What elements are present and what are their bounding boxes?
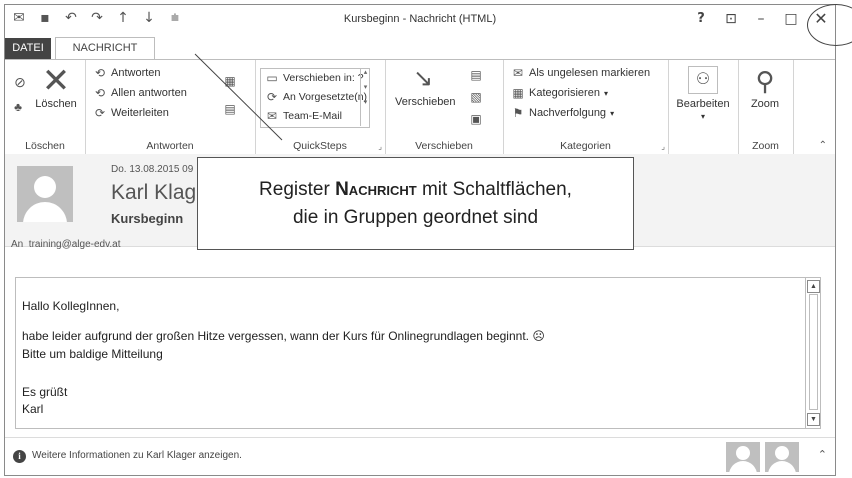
ribbon: ⊘ ♣ ✕ Löschen Löschen ⟲ Antworten ⟲ Allen … (5, 59, 835, 155)
reply-all-button[interactable]: ⟲ Allen antworten (93, 86, 187, 100)
group-quicksteps: ▭ Verschieben in: ? ⟳ An Vorgesetzte(n) ✉ T… (255, 60, 386, 154)
flag-icon: ⚑ (512, 106, 524, 120)
reply-icon: ⟲ (94, 66, 106, 80)
group-label-loeschen: Löschen (25, 140, 65, 152)
minimize-button[interactable]: – (753, 11, 769, 27)
group-verschieben: ↘ Verschieben ▤ ▧ ▣ Verschieben (385, 60, 504, 154)
group-label-verschieben: Verschieben (415, 140, 473, 152)
group-label-zoom: Zoom (752, 140, 779, 152)
chevron-up-icon[interactable]: ⌃ (818, 448, 827, 461)
more-reply-icon[interactable]: ▤ (223, 102, 237, 116)
magnifier-icon: ⚲ (755, 66, 775, 96)
forward-icon: ⟳ (94, 106, 106, 120)
annotation-callout: Register Nachricht mit Schaltflächen, di… (197, 157, 634, 250)
reply-button[interactable]: ⟲ Antworten (93, 66, 161, 80)
quickstep-item[interactable]: ▭ Verschieben in: ? (261, 69, 369, 88)
collapse-ribbon-icon[interactable]: ⌃ (819, 140, 827, 151)
scroll-down-icon[interactable]: ▼ (807, 413, 820, 426)
group-label-antworten: Antworten (146, 140, 194, 152)
meeting-reply-icon[interactable]: ▦ (223, 74, 237, 88)
team-mail-icon: ✉ (266, 109, 278, 123)
vertical-scrollbar[interactable]: ▲ ▼ (805, 278, 820, 428)
body-greeting: Hallo KollegInnen, (22, 299, 120, 313)
info-icon: i (13, 450, 26, 463)
sender-name[interactable]: Karl Klage (111, 181, 208, 205)
title-bar: ✉ ▪ ↶ ↷ ↑ ↓ ⩧ Kursbeginn - Nachricht (HT… (5, 5, 835, 35)
categorize-button[interactable]: ▦ Kategorisieren ▾ (511, 86, 608, 100)
delete-x-icon: ✕ (41, 62, 71, 100)
zoom-button[interactable]: ⚲ Zoom (740, 64, 790, 110)
delete-button[interactable]: ✕ Löschen (33, 64, 79, 110)
recipient-line: An training@alge-edv.at (11, 239, 121, 250)
people-avatar[interactable] (765, 442, 799, 472)
body-line: habe leider aufgrund der großen Hitze ve… (22, 329, 545, 343)
quicksteps-gallery[interactable]: ▭ Verschieben in: ? ⟳ An Vorgesetzte(n) ✉ T… (260, 68, 370, 128)
binoculars-icon: ⚇ (688, 66, 718, 94)
people-pane: i Weitere Informationen zu Karl Klager a… (5, 437, 835, 475)
cleanup-icon[interactable]: ♣ (11, 100, 25, 114)
group-bearbeiten: ⚇ Bearbeiten ▾ (668, 60, 739, 154)
tab-datei[interactable]: DATEI (5, 38, 51, 59)
people-info-link[interactable]: Weitere Informationen zu Karl Klager anz… (32, 450, 242, 461)
group-label-quicksteps: QuickSteps (293, 140, 347, 152)
body-signature: Karl (22, 402, 44, 416)
dialog-launcher-icon[interactable]: ⌟ (378, 142, 382, 151)
unread-icon: ✉ (512, 66, 524, 80)
group-zoom: ⚲ Zoom Zoom (738, 60, 794, 154)
followup-button[interactable]: ⚑ Nachverfolgung ▾ (511, 106, 614, 120)
group-kategorien: ✉ Als ungelesen markieren ▦ Kategorisieren… (503, 60, 669, 154)
message-body[interactable]: Hallo KollegInnen, habe leider aufgrund … (15, 277, 821, 429)
edit-button[interactable]: ⚇ Bearbeiten ▾ (672, 66, 734, 122)
folder-move-icon: ▭ (266, 71, 278, 85)
dialog-launcher-icon[interactable]: ⌟ (661, 142, 665, 151)
reply-all-icon: ⟲ (94, 86, 106, 100)
forward-icon: ⟳ (266, 90, 278, 104)
group-antworten: ⟲ Antworten ⟲ Allen antworten ⟳ Weiterleite… (85, 60, 256, 154)
sender-avatar[interactable] (17, 166, 73, 222)
quickstep-item[interactable]: ⟳ An Vorgesetzte(n) (261, 88, 369, 107)
mark-unread-button[interactable]: ✉ Als ungelesen markieren (511, 66, 650, 80)
quicksteps-scroll[interactable]: ▴ ▾ ▾ (360, 68, 370, 126)
move-folder-icon: ↘ (412, 65, 434, 92)
message-date: Do. 13.08.2015 09 (111, 164, 194, 175)
people-avatar[interactable] (726, 442, 760, 472)
move-button[interactable]: ↘ Verschieben (395, 62, 456, 108)
group-loeschen: ⊘ ♣ ✕ Löschen Löschen (5, 60, 86, 154)
actions-icon[interactable]: ▣ (469, 112, 483, 126)
ignore-icon[interactable]: ⊘ (13, 74, 27, 91)
ribbon-tabs: DATEI NACHRICHT (5, 35, 835, 59)
quickstep-item[interactable]: ✉ Team-E-Mail (261, 107, 369, 126)
body-closing: Es grüßt (22, 385, 68, 399)
body-line: Bitte um baldige Mitteilung (22, 347, 163, 361)
onenote-icon[interactable]: ▧ (469, 90, 483, 104)
scroll-track[interactable] (809, 294, 818, 410)
scroll-up-icon[interactable]: ▲ (807, 280, 820, 293)
callout-highlight: Nachricht (335, 179, 417, 200)
forward-button[interactable]: ⟳ Weiterleiten (93, 106, 169, 120)
help-button[interactable]: ? (693, 11, 709, 26)
recipient-address[interactable]: training@alge-edv.at (29, 239, 121, 250)
categorize-icon: ▦ (512, 86, 524, 100)
rules-icon[interactable]: ▤ (469, 68, 483, 82)
tab-nachricht[interactable]: NACHRICHT (55, 37, 155, 59)
message-subject: Kursbeginn (111, 211, 184, 226)
ribbon-display-options-button[interactable]: ⊡ (723, 11, 739, 27)
maximize-button[interactable]: □ (783, 11, 799, 27)
group-label-kategorien: Kategorien (560, 140, 611, 152)
